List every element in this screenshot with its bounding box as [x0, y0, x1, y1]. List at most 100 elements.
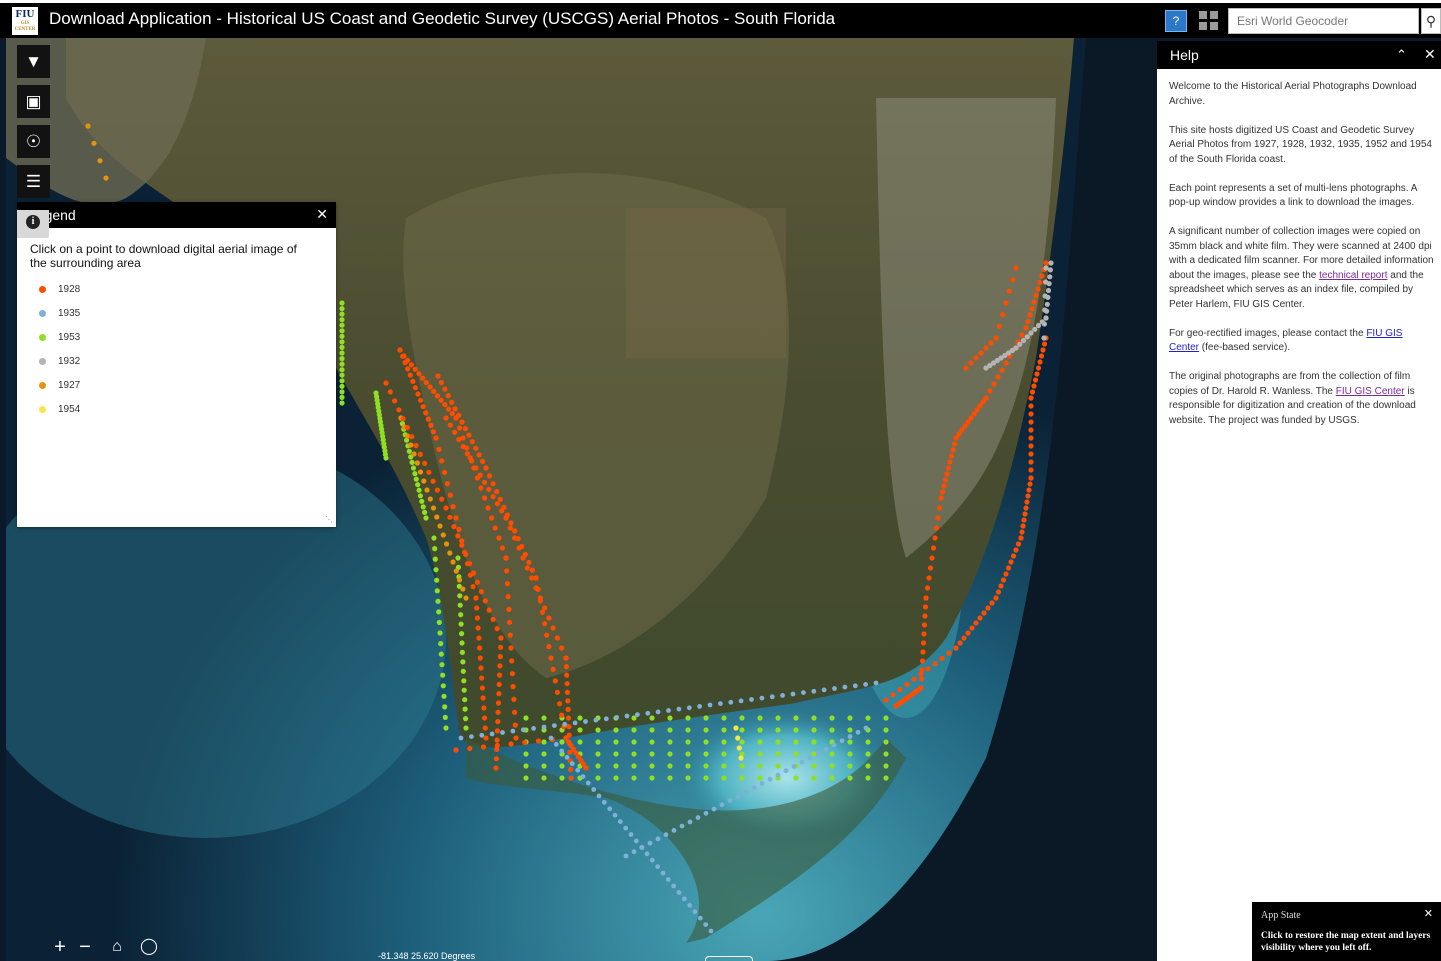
zoom-out-button[interactable]: − — [74, 936, 96, 958]
survey-point[interactable] — [541, 715, 547, 721]
survey-point[interactable] — [790, 691, 796, 697]
survey-point[interactable] — [436, 446, 442, 452]
survey-point[interactable] — [417, 451, 423, 457]
survey-point[interactable] — [865, 775, 871, 781]
survey-point[interactable] — [1028, 451, 1034, 457]
survey-point[interactable] — [613, 775, 619, 781]
survey-point[interactable] — [929, 555, 935, 561]
survey-point[interactable] — [1022, 511, 1028, 517]
survey-point[interactable] — [497, 654, 503, 660]
info-icon[interactable]: i — [17, 210, 49, 238]
survey-point[interactable] — [865, 739, 871, 745]
survey-point[interactable] — [339, 383, 345, 389]
survey-point[interactable] — [946, 650, 952, 656]
survey-point[interactable] — [799, 759, 805, 765]
survey-point[interactable] — [508, 645, 514, 651]
survey-point[interactable] — [831, 742, 837, 748]
survey-point[interactable] — [422, 460, 428, 466]
survey-point[interactable] — [479, 685, 485, 691]
survey-point[interactable] — [685, 715, 691, 721]
survey-point[interactable] — [821, 687, 827, 693]
survey-point[interactable] — [423, 380, 429, 386]
survey-point[interactable] — [904, 681, 910, 688]
survey-point[interactable] — [507, 632, 513, 638]
survey-point[interactable] — [417, 493, 423, 499]
survey-point[interactable] — [492, 525, 498, 531]
survey-point[interactable] — [494, 728, 500, 734]
survey-point[interactable] — [542, 621, 548, 627]
survey-point[interactable] — [703, 763, 709, 769]
survey-point[interactable] — [918, 676, 925, 682]
survey-point[interactable] — [823, 746, 829, 752]
survey-point[interactable] — [433, 567, 439, 573]
survey-point[interactable] — [727, 798, 733, 803]
survey-point[interactable] — [995, 374, 1001, 380]
survey-point[interactable] — [410, 378, 416, 384]
survey-point[interactable] — [676, 706, 682, 712]
survey-point[interactable] — [1024, 334, 1030, 340]
survey-point[interactable] — [409, 459, 415, 465]
survey-point[interactable] — [546, 644, 552, 650]
survey-point[interactable] — [482, 715, 488, 721]
survey-point[interactable] — [420, 404, 426, 410]
survey-point[interactable] — [469, 439, 475, 445]
survey-point[interactable] — [635, 712, 640, 717]
survey-point[interactable] — [412, 385, 418, 391]
survey-point[interactable] — [450, 559, 456, 565]
survey-point[interactable] — [1033, 292, 1039, 299]
survey-point[interactable] — [396, 407, 402, 413]
survey-point[interactable] — [847, 751, 853, 757]
survey-point[interactable] — [503, 555, 509, 561]
survey-point[interactable] — [526, 559, 532, 565]
survey-point[interactable] — [430, 478, 436, 484]
survey-point[interactable] — [568, 766, 574, 773]
survey-point[interactable] — [707, 702, 713, 708]
survey-point[interactable] — [1032, 377, 1039, 383]
survey-point[interactable] — [490, 494, 496, 500]
survey-point[interactable] — [383, 380, 389, 386]
survey-point[interactable] — [983, 365, 989, 371]
survey-point[interactable] — [494, 626, 500, 632]
survey-point[interactable] — [469, 734, 474, 739]
survey-point[interactable] — [666, 708, 671, 713]
survey-point[interactable] — [442, 402, 448, 408]
survey-point[interactable] — [655, 836, 661, 842]
survey-point[interactable] — [883, 727, 889, 733]
survey-point[interactable] — [421, 478, 427, 484]
survey-point[interactable] — [482, 479, 488, 485]
survey-point[interactable] — [757, 775, 763, 781]
survey-point[interactable] — [793, 715, 799, 721]
survey-point[interactable] — [1037, 279, 1043, 286]
survey-point[interactable] — [478, 589, 484, 595]
survey-point[interactable] — [495, 700, 502, 706]
survey-point[interactable] — [445, 393, 451, 399]
survey-point[interactable] — [623, 853, 629, 859]
survey-point[interactable] — [1031, 299, 1037, 305]
survey-point[interactable] — [932, 535, 938, 541]
survey-point[interactable] — [505, 594, 511, 600]
survey-point[interactable] — [512, 535, 518, 541]
survey-point[interactable] — [447, 550, 453, 556]
survey-point[interactable] — [883, 775, 889, 781]
survey-point[interactable] — [936, 505, 943, 511]
survey-point[interactable] — [601, 799, 607, 805]
survey-point[interactable] — [420, 375, 426, 381]
survey-point[interactable] — [793, 751, 799, 757]
survey-point[interactable] — [1029, 305, 1035, 312]
search-icon[interactable]: ⚲ — [1421, 8, 1441, 34]
survey-point[interactable] — [918, 671, 924, 677]
survey-point[interactable] — [568, 775, 574, 781]
survey-point[interactable] — [847, 763, 853, 769]
survey-point[interactable] — [483, 465, 489, 471]
survey-point[interactable] — [973, 620, 979, 626]
survey-point[interactable] — [1028, 475, 1034, 481]
survey-point[interactable] — [847, 739, 853, 745]
survey-point[interactable] — [500, 730, 505, 735]
survey-point[interactable] — [522, 739, 528, 746]
survey-point[interactable] — [655, 709, 661, 715]
survey-point[interactable] — [1038, 353, 1045, 359]
survey-point[interactable] — [873, 680, 879, 686]
survey-point[interactable] — [811, 727, 817, 733]
survey-point[interactable] — [973, 355, 979, 361]
survey-point[interactable] — [339, 333, 345, 339]
